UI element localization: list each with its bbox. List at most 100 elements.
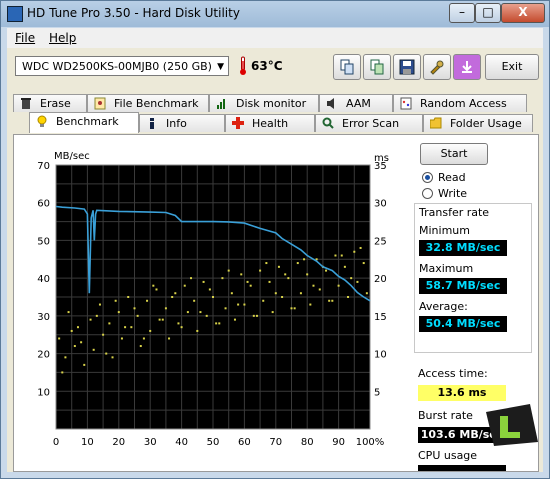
- access-time-point: [325, 269, 328, 272]
- access-time-point: [218, 322, 221, 325]
- minimize-button[interactable]: –: [449, 3, 475, 23]
- access-time-point: [277, 265, 280, 268]
- drive-temperature: 63°C: [251, 59, 283, 73]
- access-time-point: [199, 311, 202, 314]
- access-time-point: [290, 307, 293, 310]
- right-tick-label: 25: [374, 236, 387, 247]
- access-time-point: [67, 311, 70, 314]
- radio-selected-icon: [422, 172, 433, 183]
- tab-disk-monitor[interactable]: Disk monitor: [209, 94, 319, 112]
- save-button[interactable]: [393, 54, 421, 80]
- access-time-point: [171, 296, 174, 298]
- close-button[interactable]: X: [501, 3, 545, 23]
- left-axis-label: MB/sec: [54, 151, 90, 162]
- maximum-label: Maximum: [419, 262, 474, 275]
- right-tick-label: 35: [374, 161, 387, 172]
- access-time-point: [149, 329, 152, 332]
- access-time-point: [343, 265, 346, 268]
- options-icon: [430, 60, 444, 75]
- access-time-point: [312, 284, 315, 287]
- access-time-point: [243, 303, 246, 306]
- left-tick-label: 10: [37, 387, 50, 398]
- access-time-point: [284, 273, 287, 276]
- access-time-point: [255, 314, 258, 317]
- tab-folder-usage[interactable]: Folder Usage: [423, 114, 533, 132]
- access-time-point: [271, 311, 274, 314]
- average-value: 50.4 MB/sec: [419, 316, 507, 332]
- menu-file[interactable]: File: [15, 31, 35, 45]
- write-label: Write: [438, 187, 468, 200]
- left-tick-label: 20: [37, 350, 50, 361]
- access-time-point: [180, 326, 183, 329]
- access-time-point: [73, 345, 76, 348]
- access-time-point: [61, 371, 64, 374]
- cpu-usage-bar: [418, 465, 506, 471]
- copy-screenshot-icon: [370, 59, 384, 75]
- tab-health[interactable]: Health: [225, 114, 315, 132]
- maximize-button[interactable]: □: [475, 3, 501, 23]
- access-time-point: [146, 299, 149, 302]
- access-time-point: [177, 322, 180, 325]
- right-tick-label: 20: [374, 274, 387, 285]
- right-tick-label: 5: [374, 387, 380, 398]
- write-radio[interactable]: Write: [422, 187, 492, 201]
- download-button[interactable]: [453, 54, 481, 80]
- menu-help[interactable]: Help: [49, 31, 76, 45]
- minimum-value: 32.8 MB/sec: [419, 240, 507, 256]
- access-time-point: [208, 288, 211, 291]
- access-time-point: [246, 280, 249, 283]
- access-time-point: [233, 318, 236, 321]
- burst-rate-label: Burst rate: [418, 409, 473, 422]
- menu-bar: File Help: [7, 28, 543, 48]
- access-time-point: [224, 307, 227, 310]
- access-time-point: [221, 277, 224, 280]
- access-time-point: [174, 292, 177, 295]
- access-time-point: [152, 284, 155, 287]
- tab-erase[interactable]: Erase: [13, 94, 87, 112]
- tab-aam[interactable]: AAM: [319, 94, 393, 112]
- read-radio[interactable]: Read: [422, 171, 492, 185]
- access-time-value: 13.6 ms: [418, 385, 506, 401]
- drive-select[interactable]: WDC WD2500KS-00MJB0 (250 GB) ▼: [15, 56, 229, 76]
- transfer-rate-group: Transfer rate Minimum 32.8 MB/sec Maximu…: [414, 203, 532, 353]
- access-time-point: [237, 303, 240, 306]
- folder-icon: [430, 117, 442, 129]
- save-icon: [399, 59, 415, 75]
- left-tick-label: 50: [37, 236, 50, 247]
- access-time-point: [108, 322, 111, 325]
- exit-button[interactable]: Exit: [485, 54, 539, 80]
- tab-random-access[interactable]: Random Access: [393, 94, 527, 112]
- access-time-point: [230, 292, 233, 295]
- access-time-point: [64, 356, 67, 359]
- tab-label: Random Access: [420, 97, 507, 110]
- client-area: File Help WDC WD2500KS-00MJB0 (250 GB) ▼…: [7, 28, 543, 472]
- copy-text-button[interactable]: [333, 54, 361, 80]
- tab-info[interactable]: Info: [139, 114, 225, 132]
- title-bar[interactable]: HD Tune Pro 3.50 - Hard Disk Utility – □…: [1, 1, 549, 27]
- tab-error-scan[interactable]: Error Scan: [315, 114, 423, 132]
- average-label: Average:: [419, 300, 468, 313]
- options-button[interactable]: [423, 54, 451, 80]
- access-time-point: [296, 262, 299, 265]
- access-time-point: [328, 299, 331, 302]
- access-time-point: [215, 322, 218, 325]
- access-time-point: [365, 292, 368, 295]
- access-time-point: [356, 280, 359, 283]
- x-tick-label: 100%: [356, 437, 385, 448]
- access-time-point: [95, 314, 98, 317]
- tab-label: File Benchmark: [114, 97, 199, 110]
- access-time-point: [76, 326, 79, 329]
- access-time-point: [120, 337, 123, 340]
- tab-file-benchmark[interactable]: File Benchmark: [87, 94, 209, 112]
- access-time-label: Access time:: [418, 367, 488, 380]
- tab-label: Benchmark: [56, 115, 119, 128]
- copy-screenshot-button[interactable]: [363, 54, 391, 80]
- file-benchmark-icon: [94, 97, 106, 110]
- start-button[interactable]: Start: [420, 143, 488, 165]
- access-time-point: [92, 348, 95, 351]
- right-tick-label: 30: [374, 199, 387, 210]
- access-time-point: [362, 262, 365, 265]
- left-tick-label: 70: [37, 161, 50, 172]
- tab-benchmark[interactable]: Benchmark: [29, 112, 139, 133]
- right-tick-label: 15: [374, 312, 387, 323]
